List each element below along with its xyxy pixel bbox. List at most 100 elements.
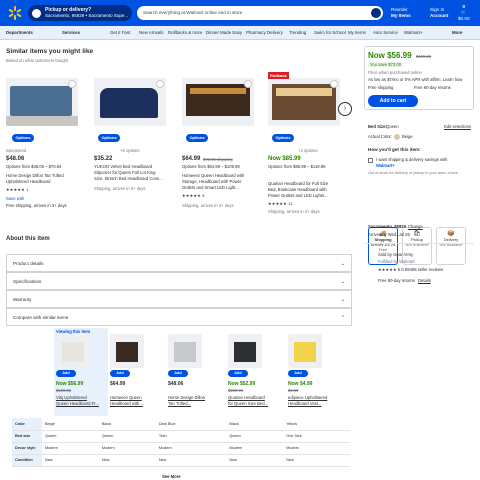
nav-walmart-plus[interactable]: Walmart+	[404, 26, 423, 40]
compare-row-label: Bed size	[12, 430, 42, 443]
nav-rollbacks[interactable]: Rollbacks & more	[168, 26, 202, 40]
compare-product-image[interactable]	[288, 334, 322, 368]
product-title-line2[interactable]: Upholstered Headboard	[6, 179, 50, 185]
favorite-icon[interactable]	[68, 80, 76, 88]
product-title[interactable]: Homeeez Queen Headboard with	[182, 173, 244, 179]
add-button[interactable]: Add	[288, 370, 308, 377]
compare-product-title-line2: Queen Headboard Fr...	[56, 401, 99, 406]
warranty-accordion[interactable]: Warranty ⌄	[6, 290, 352, 308]
compare-product-title-line2: Headboard with...	[110, 401, 143, 406]
favorite-icon[interactable]	[244, 80, 252, 88]
add-button[interactable]: Add	[110, 370, 130, 377]
add-button[interactable]: Add	[56, 370, 76, 377]
compare-cell: Black	[98, 418, 156, 431]
walmart-plus-checkbox[interactable]	[368, 158, 373, 163]
pickup-delivery-selector[interactable]: Pickup or delivery? Sacramento, 95829 • S…	[28, 5, 132, 21]
services-menu[interactable]: Services	[62, 26, 80, 40]
add-to-cart-button[interactable]: Add to cart	[368, 95, 418, 107]
compare-product-image[interactable]	[110, 334, 144, 368]
compare-cell: Queen	[42, 430, 99, 443]
compare-price: Now $4.99	[288, 381, 313, 387]
more-menu[interactable]: More	[452, 26, 463, 40]
product-image[interactable]	[268, 78, 340, 126]
compare-row: Condition New New New New New	[12, 454, 350, 467]
nav-auto-service[interactable]: Auto Service	[373, 26, 398, 40]
compare-cell: Modern	[155, 442, 227, 455]
similar-card[interactable]	[94, 78, 174, 126]
reorder-link[interactable]: Reorder My Items	[391, 7, 411, 19]
add-button[interactable]: Add	[228, 370, 248, 377]
nav-swim[interactable]: Swim for School	[314, 26, 346, 40]
account-link[interactable]: Sign In Account	[430, 7, 448, 19]
seller-link[interactable]: Sold by Gear Army	[378, 252, 413, 258]
chevron-down-icon: ⌄	[340, 297, 345, 303]
search-icon[interactable]	[371, 8, 381, 18]
change-location-link[interactable]: Change	[408, 224, 423, 230]
nav-new-arrivals[interactable]: New Arrivals	[139, 26, 163, 40]
compare-cell: Yellow	[283, 418, 350, 431]
options-button[interactable]: Options	[186, 134, 208, 142]
options-button[interactable]: Options	[272, 134, 294, 142]
walmart-spark-logo[interactable]	[8, 6, 22, 20]
compare-product-title[interactable]: Vitq Upholstered	[56, 395, 87, 401]
affirm-link[interactable]: As low as $7/mo or 0% APR with affirm. L…	[368, 77, 462, 83]
similar-card[interactable]	[6, 78, 86, 126]
similar-card[interactable]	[268, 78, 348, 126]
compare-row-label: Color	[12, 418, 42, 431]
search-input[interactable]: Search everything at Walmart online and …	[137, 6, 383, 20]
see-more-button[interactable]: See More	[162, 474, 181, 480]
compare-row: Color Beige Black Dark Blue Black Yellow	[12, 418, 350, 431]
compare-accordion[interactable]: Compare with similar items ⌃	[6, 308, 352, 326]
similar-card[interactable]	[182, 78, 262, 126]
compare-cell: New	[226, 454, 284, 467]
product-image[interactable]	[6, 78, 78, 126]
product-thumbnail	[294, 342, 316, 362]
product-thumbnail	[174, 342, 196, 362]
product-title[interactable]: Quarian Headboard for Full Size	[268, 181, 328, 187]
compare-product-title-line2: Tan Tufted...	[168, 401, 192, 406]
product-details-accordion[interactable]: Product details ⌄	[6, 254, 352, 272]
compare-product-image[interactable]	[168, 334, 202, 368]
nav-my-items[interactable]: My Items	[348, 26, 366, 40]
departments-menu[interactable]: Departments	[6, 26, 33, 40]
product-image[interactable]	[182, 78, 254, 126]
compare-cell: Modern	[42, 442, 99, 455]
store-icon	[32, 8, 41, 18]
carousel-next-button[interactable]: ›	[338, 102, 352, 116]
product-title[interactable]: YUKOO Velvet Bed Headboard	[94, 164, 152, 170]
compare-cell: Black	[226, 418, 284, 431]
options-button[interactable]: Options	[12, 134, 34, 142]
compare-row-label: Decor style	[12, 442, 42, 455]
favorite-icon[interactable]	[330, 80, 338, 88]
compare-table: Color Beige Black Dark Blue Black Yellow Bed s…	[12, 418, 350, 467]
returns-details-link[interactable]: Details	[418, 278, 431, 284]
favorite-icon[interactable]	[156, 80, 164, 88]
walmart-plus-link[interactable]: Walmart+	[376, 163, 395, 169]
compare-product-image[interactable]	[56, 334, 90, 368]
compare-product-title[interactable]: Home Design Dillon	[168, 395, 205, 401]
similar-title: Similar items you might like	[6, 48, 94, 55]
compare-cell: Modern	[98, 442, 156, 455]
nav-pharmacy[interactable]: Pharmacy Delivery	[246, 26, 283, 40]
compare-product-title[interactable]: Homeeez Queen	[110, 395, 142, 401]
compare-product-title[interactable]: Quarian Headboard	[228, 395, 265, 401]
options-button[interactable]: Options	[98, 134, 120, 142]
nav-get-it-fast[interactable]: Get it Fast	[110, 26, 130, 40]
compare-product-image[interactable]	[228, 334, 262, 368]
delivery-option[interactable]: 📦 Delivery Not available	[436, 227, 466, 265]
sub-navigation: Departments Services Get it Fast New Arr…	[0, 26, 480, 40]
nav-trending[interactable]: Trending	[289, 26, 306, 40]
compare-cell: New	[42, 454, 99, 467]
compare-product-title[interactable]: edipiece Upholstered	[288, 395, 327, 401]
specifications-accordion[interactable]: Specifications ⌄	[6, 272, 352, 290]
add-button[interactable]: Add	[168, 370, 188, 377]
compare-price: $64.99	[110, 381, 126, 387]
edit-selections-link[interactable]: Edit selections	[444, 124, 471, 130]
chevron-up-icon: ⌃	[340, 315, 345, 321]
nav-dinner[interactable]: Dinner Made Easy	[206, 26, 242, 40]
color-swatch[interactable]	[394, 134, 400, 140]
cart-button[interactable]: 0 🛒 $0.00	[458, 4, 470, 22]
compare-price: Now $52.99	[228, 381, 256, 387]
product-title[interactable]: Home Design Dillon Tan Tufted	[6, 173, 64, 179]
product-image[interactable]	[94, 78, 166, 126]
